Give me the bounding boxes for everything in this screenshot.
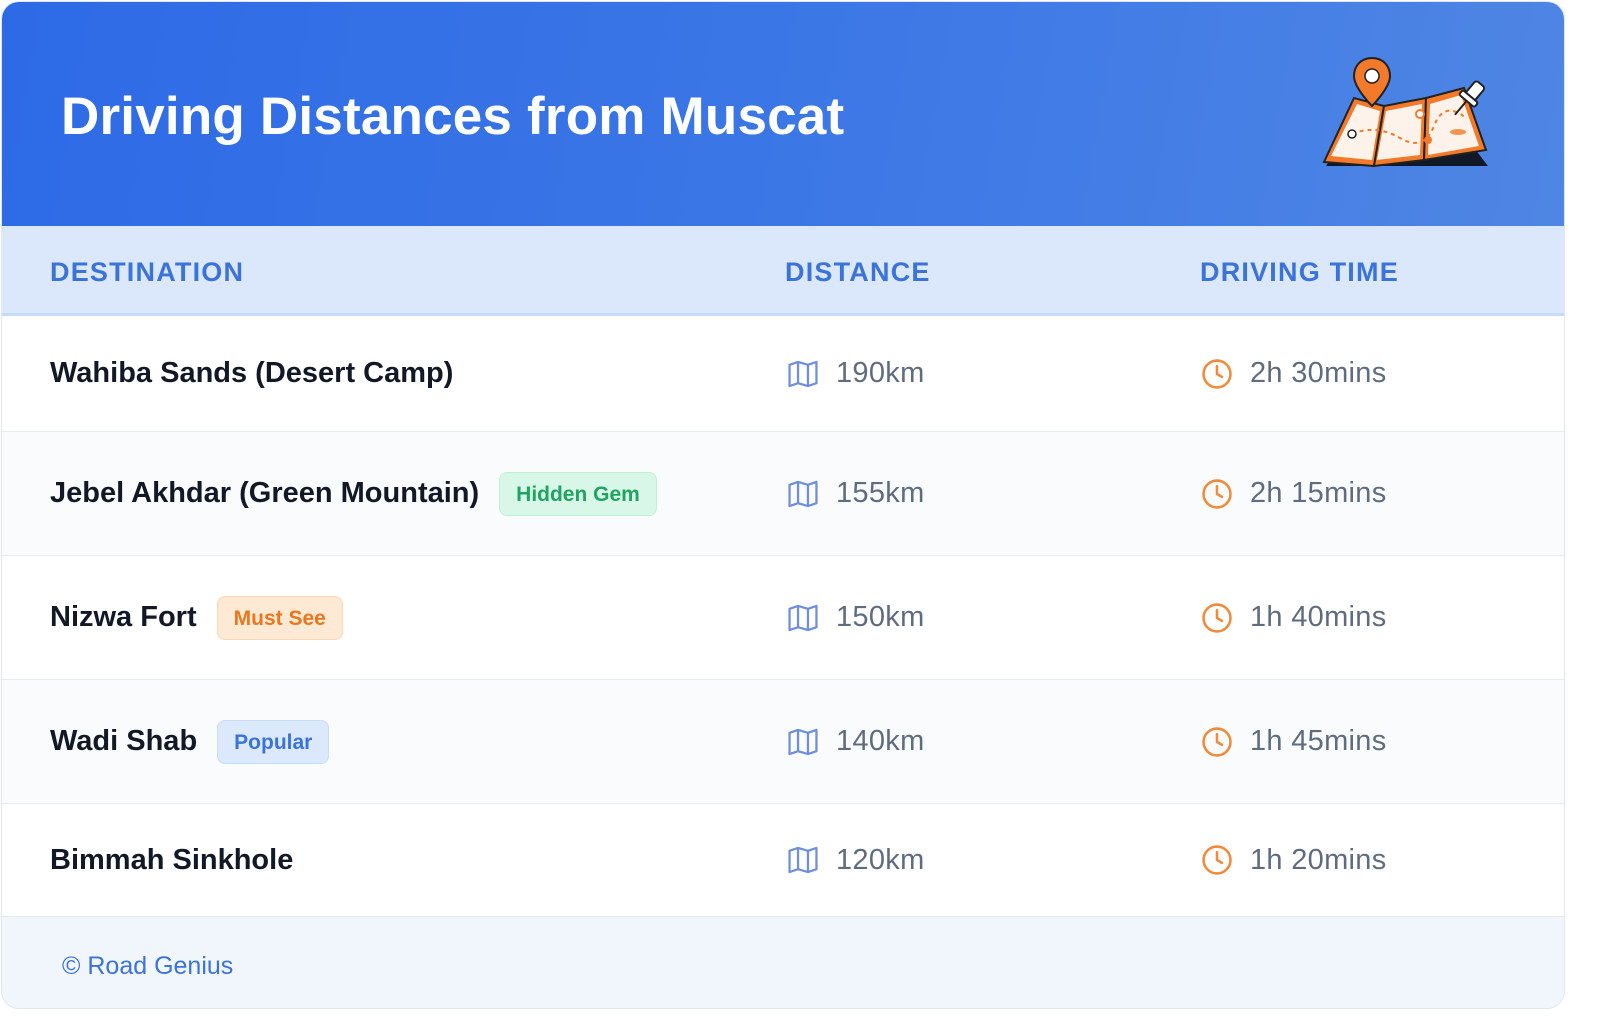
- map-icon: [786, 725, 820, 759]
- table-row: Bimmah Sinkhole 120km 1h 20mins: [2, 804, 1564, 916]
- column-header-distance: DISTANCE: [785, 257, 931, 287]
- map-icon: [786, 477, 820, 511]
- table-row: Wadi Shab Popular 140km 1h 45mins: [2, 680, 1564, 804]
- column-header-destination: DESTINATION: [50, 257, 245, 287]
- destination-name: Nizwa Fort: [50, 601, 197, 633]
- distance-value: 190km: [836, 357, 925, 389]
- clock-icon: [1200, 357, 1234, 391]
- table-row: Wahiba Sands (Desert Camp) 190km 2h 30mi…: [2, 316, 1564, 432]
- distance-value: 155km: [836, 477, 925, 509]
- time-value: 1h 20mins: [1250, 843, 1387, 876]
- destination-name: Jebel Akhdar (Green Mountain): [50, 477, 480, 509]
- time-value: 2h 30mins: [1250, 357, 1387, 389]
- table-row: Jebel Akhdar (Green Mountain) Hidden Gem…: [2, 432, 1564, 556]
- clock-icon: [1200, 843, 1234, 877]
- time-value: 1h 45mins: [1250, 725, 1387, 757]
- destination-name: Wadi Shab: [50, 725, 198, 757]
- destination-name: Bimmah Sinkhole: [50, 843, 294, 876]
- footer: © Road Genius: [2, 916, 1564, 1008]
- table-header: DESTINATION DISTANCE DRIVING TIME: [2, 226, 1564, 316]
- must-see-badge: Must See: [216, 595, 343, 640]
- column-header-driving-time: DRIVING TIME: [1200, 257, 1399, 287]
- distance-value: 150km: [836, 601, 925, 633]
- time-value: 2h 15mins: [1250, 477, 1387, 509]
- clock-icon: [1200, 601, 1234, 635]
- clock-icon: [1200, 725, 1234, 759]
- map-icon: [786, 357, 820, 391]
- copyright-text: © Road Genius: [62, 952, 234, 980]
- distance-value: 120km: [836, 843, 925, 876]
- map-icon: [786, 843, 820, 877]
- page-title: Driving Distances from Muscat: [61, 87, 845, 146]
- distance-value: 140km: [836, 725, 925, 757]
- popular-badge: Popular: [217, 719, 330, 764]
- hidden-gem-badge: Hidden Gem: [499, 471, 657, 516]
- clock-icon: [1200, 477, 1234, 511]
- distances-card: Driving Distances from Muscat DESTINATIO…: [1, 1, 1565, 1009]
- destination-name: Wahiba Sands (Desert Camp): [50, 357, 454, 389]
- header-banner: Driving Distances from Muscat: [2, 2, 1564, 226]
- folded-map-with-pins-icon: [1322, 56, 1488, 168]
- table-row: Nizwa Fort Must See 150km 1h 40mins: [2, 556, 1564, 680]
- time-value: 1h 40mins: [1250, 601, 1387, 633]
- map-icon: [786, 601, 820, 635]
